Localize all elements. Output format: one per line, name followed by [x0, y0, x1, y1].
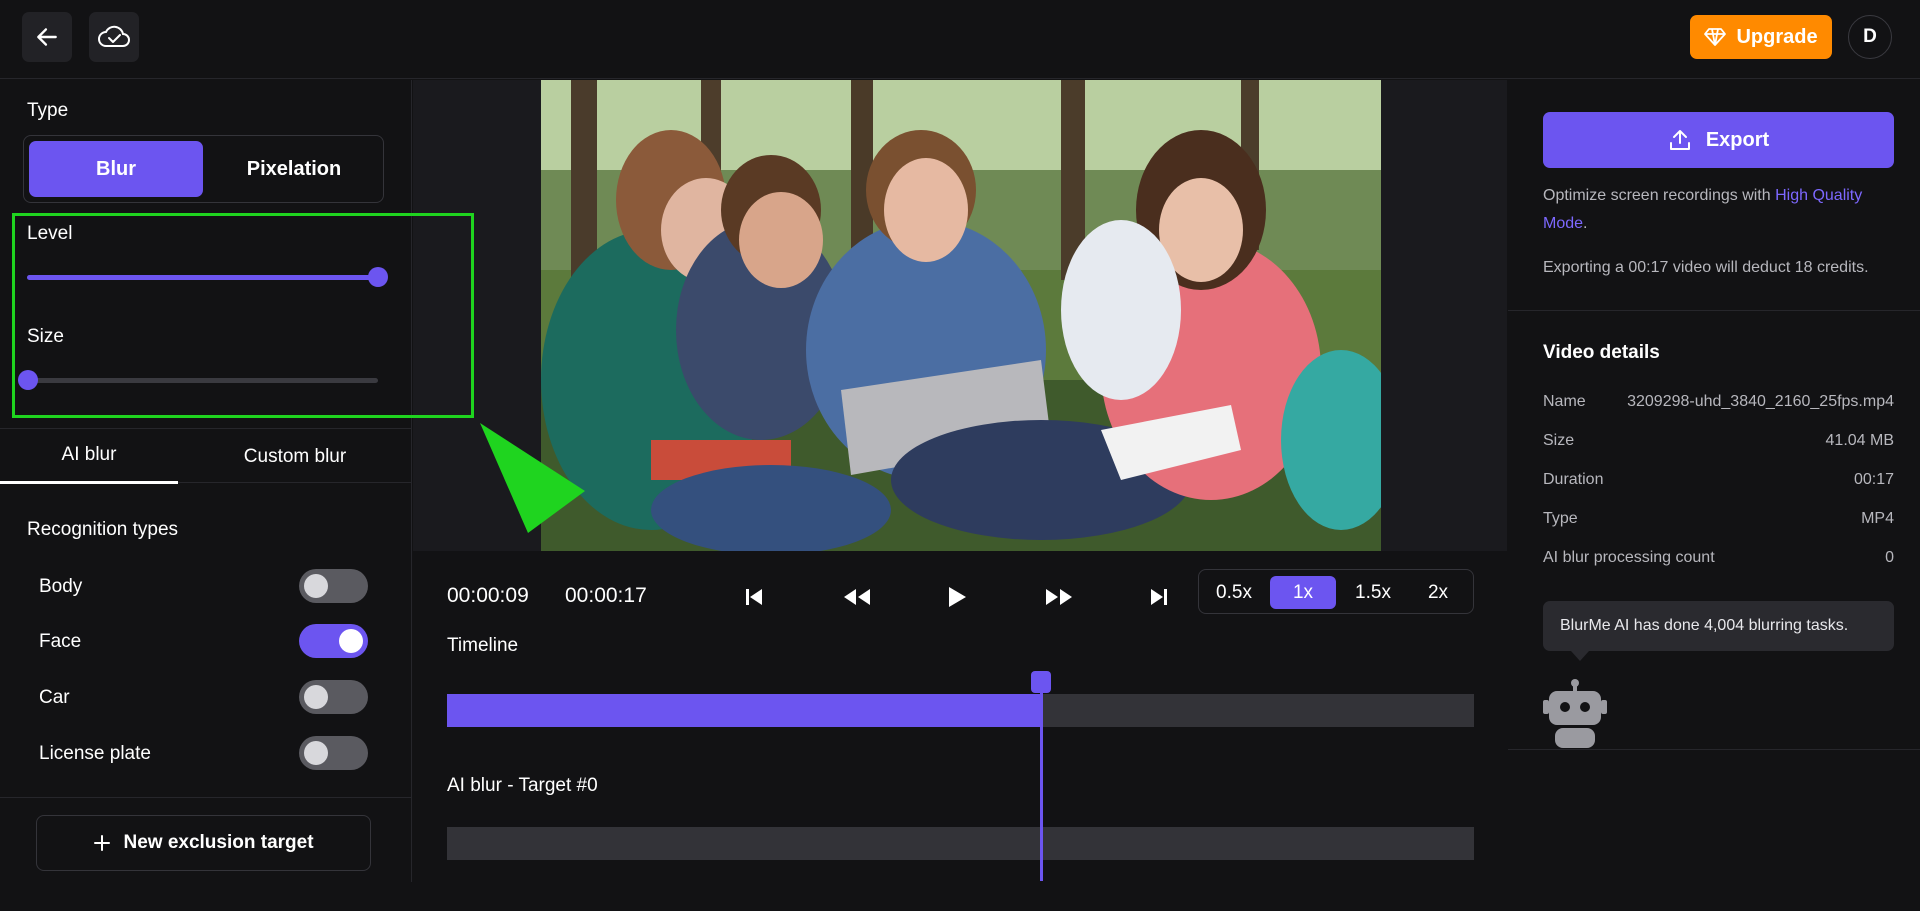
- recognition-types-title: Recognition types: [27, 519, 179, 540]
- recognition-label-license-plate: License plate: [39, 743, 151, 764]
- rewind-button[interactable]: [839, 579, 875, 615]
- type-label: Type: [27, 100, 69, 121]
- player-controls: 00:00:09 00:00:17 0.5x 1x 1.5x 2x Timeli…: [413, 551, 1507, 882]
- right-panel: Export Optimize screen recordings with H…: [1508, 80, 1920, 882]
- detail-key: Size: [1543, 432, 1575, 449]
- detail-value: 41.04 MB: [1825, 432, 1894, 449]
- plus-icon: [94, 835, 111, 851]
- optimize-note: Optimize screen recordings with High Qua…: [1543, 182, 1894, 238]
- fast-forward-button[interactable]: [1041, 579, 1077, 615]
- speed-1-5x[interactable]: 1.5x: [1345, 576, 1401, 609]
- upgrade-label: Upgrade: [1736, 25, 1818, 48]
- timeline-label: Timeline: [447, 635, 519, 656]
- video-details-title: Video details: [1543, 342, 1660, 363]
- diamond-icon: [1704, 28, 1727, 46]
- timeline-progress: [447, 694, 1041, 727]
- total-time: 00:00:17: [565, 584, 647, 607]
- skip-end-icon: [1151, 589, 1167, 605]
- avatar[interactable]: D: [1848, 15, 1892, 59]
- detail-row-duration: Duration 00:17: [1543, 471, 1894, 495]
- video-preview[interactable]: [541, 80, 1381, 551]
- highlight-box: [12, 213, 474, 418]
- playhead[interactable]: [1030, 671, 1053, 911]
- upgrade-button[interactable]: Upgrade: [1690, 15, 1832, 59]
- recognition-label-face: Face: [39, 631, 82, 652]
- detail-key: Type: [1543, 510, 1578, 527]
- tab-ai-blur[interactable]: AI blur: [0, 429, 178, 484]
- video-frame-image: [541, 80, 1381, 551]
- optimize-end: .: [1583, 215, 1588, 232]
- deduct-note: Exporting a 00:17 video will deduct 18 c…: [1543, 259, 1869, 276]
- speed-2x[interactable]: 2x: [1411, 576, 1465, 609]
- tab-custom-blur[interactable]: Custom blur: [206, 429, 384, 484]
- play-icon: [949, 587, 966, 607]
- timeline-track[interactable]: [447, 694, 1474, 727]
- type-blur-option[interactable]: Blur: [29, 141, 203, 197]
- export-button[interactable]: Export: [1543, 112, 1894, 168]
- recognition-label-body: Body: [39, 576, 83, 597]
- detail-key: Name: [1543, 393, 1586, 410]
- detail-row-size: Size 41.04 MB: [1543, 432, 1894, 456]
- recognition-row-body: Body: [0, 567, 412, 607]
- face-toggle[interactable]: [299, 624, 368, 658]
- type-segmented-control: Blur Pixelation: [23, 135, 384, 203]
- recognition-label-car: Car: [39, 687, 70, 708]
- recognition-row-license-plate: License plate: [0, 734, 412, 774]
- export-label: Export: [1705, 128, 1770, 151]
- blur-mode-tabs: AI blur Custom blur: [0, 428, 412, 484]
- skip-start-icon: [746, 589, 762, 605]
- rewind-icon: [844, 589, 870, 605]
- left-divider: [0, 797, 412, 798]
- skip-start-button[interactable]: [736, 579, 772, 615]
- skip-end-button[interactable]: [1141, 579, 1177, 615]
- recognition-row-face: Face: [0, 622, 412, 662]
- upload-icon: [1669, 130, 1690, 150]
- detail-row-type: Type MP4: [1543, 510, 1894, 534]
- arrow-left-icon: [37, 28, 57, 46]
- pointer-arrow-icon: [480, 423, 585, 533]
- target-track[interactable]: [447, 827, 1474, 860]
- playback-speed-selector: 0.5x 1x 1.5x 2x: [1198, 569, 1474, 614]
- new-exclusion-target-button[interactable]: New exclusion target: [36, 815, 371, 871]
- type-pixelation-option[interactable]: Pixelation: [209, 141, 379, 197]
- fast-forward-icon: [1046, 589, 1072, 605]
- car-toggle[interactable]: [299, 680, 368, 714]
- ai-status-bubble: BlurMe AI has done 4,004 blurring tasks.: [1543, 601, 1894, 661]
- detail-value: MP4: [1861, 510, 1894, 527]
- optimize-text: Optimize screen recordings with: [1543, 187, 1776, 204]
- body-toggle[interactable]: [299, 569, 368, 603]
- cloud-save-button[interactable]: [89, 12, 139, 62]
- detail-value: 00:17: [1853, 471, 1894, 488]
- recognition-row-car: Car: [0, 678, 412, 718]
- right-bottom-divider: [1508, 749, 1920, 750]
- back-button[interactable]: [22, 12, 72, 62]
- left-panel: Type Blur Pixelation Level Size AI blur …: [0, 80, 412, 882]
- license-plate-toggle[interactable]: [299, 736, 368, 770]
- play-button[interactable]: [939, 579, 975, 615]
- detail-value: 0: [1885, 549, 1894, 566]
- speed-1x[interactable]: 1x: [1270, 576, 1336, 609]
- target-track-label: AI blur - Target #0: [447, 775, 598, 796]
- right-divider: [1508, 310, 1920, 311]
- speed-0-5x[interactable]: 0.5x: [1207, 576, 1261, 609]
- robot-icon: [1543, 679, 1607, 748]
- top-bar: Upgrade D: [0, 0, 1920, 79]
- detail-row-name: Name 3209298-uhd_3840_2160_25fps.mp4: [1543, 393, 1894, 417]
- current-time: 00:00:09: [447, 584, 529, 607]
- new-exclusion-label: New exclusion target: [123, 832, 314, 853]
- detail-key: AI blur processing count: [1543, 549, 1715, 566]
- detail-row-processing-count: AI blur processing count 0: [1543, 549, 1894, 573]
- detail-value: 3209298-uhd_3840_2160_25fps.mp4: [1627, 393, 1894, 410]
- detail-key: Duration: [1543, 471, 1604, 488]
- cloud-check-icon: [98, 25, 130, 47]
